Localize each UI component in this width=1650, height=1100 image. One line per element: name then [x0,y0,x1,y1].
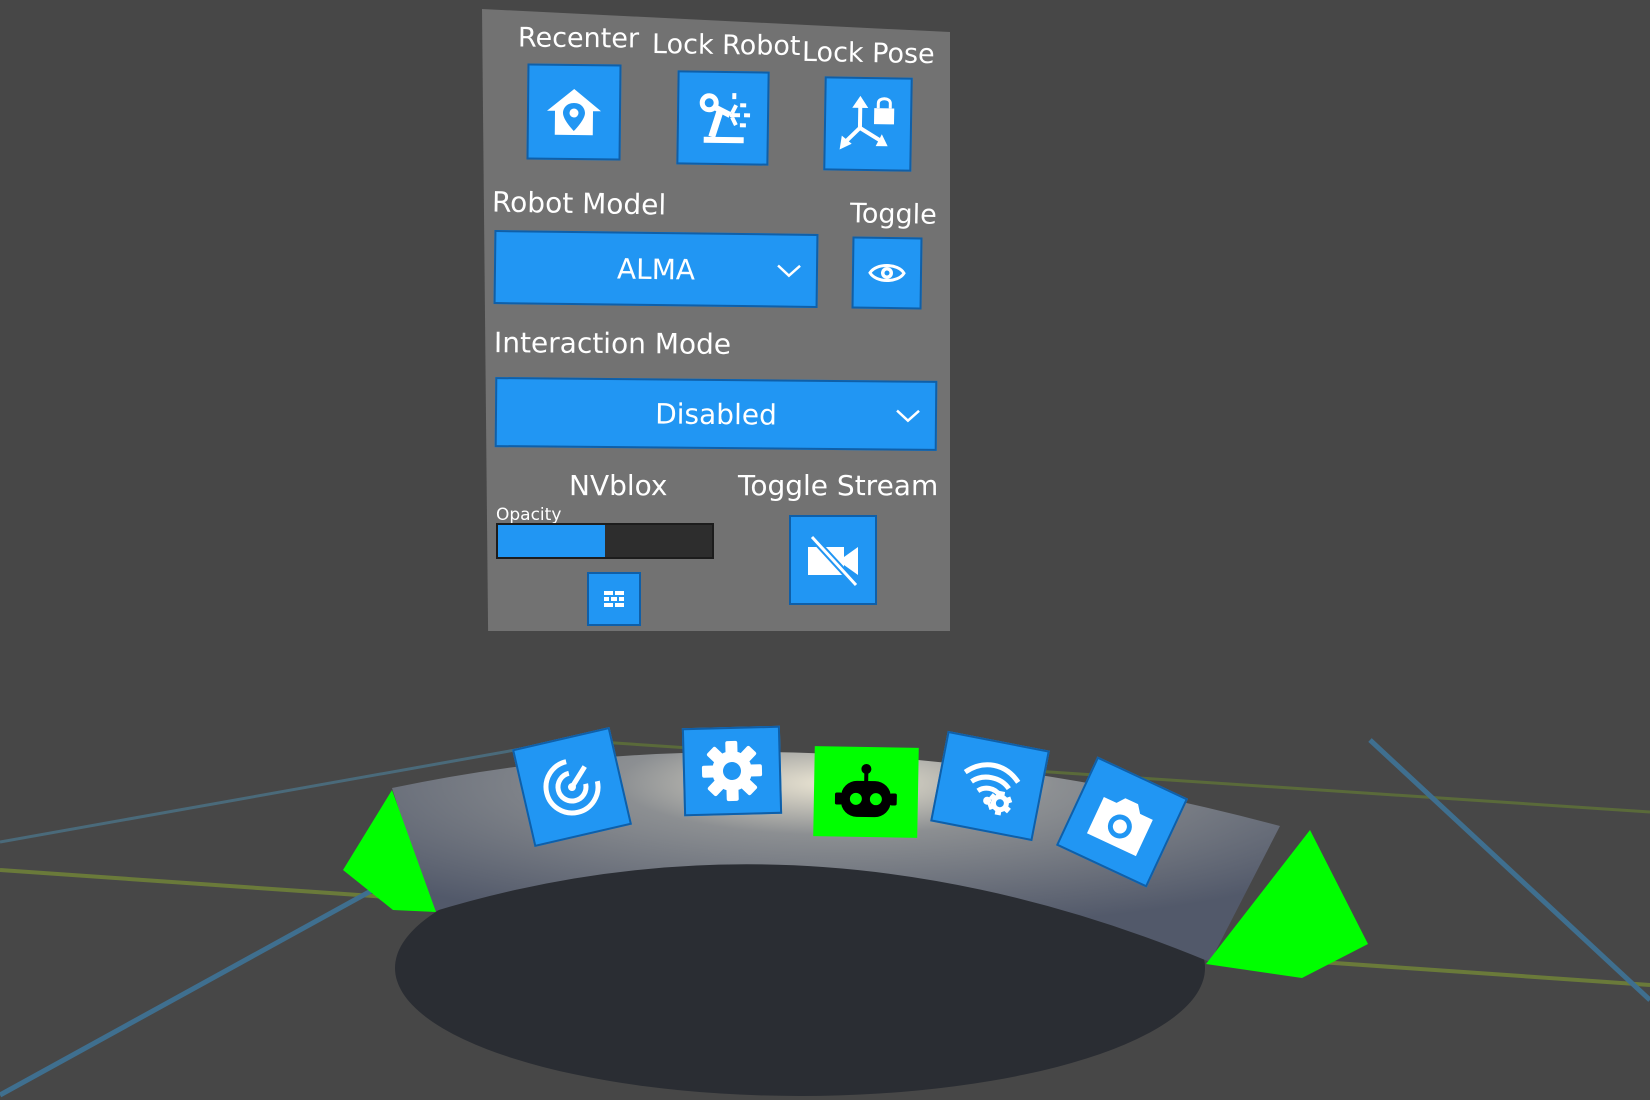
video-off-icon [808,534,859,588]
eye-icon [868,264,906,282]
hand-menu-item-settings[interactable] [681,725,783,817]
axes-lock-icon [839,95,895,150]
hand-menu-item-network[interactable] [930,730,1050,842]
toggle-visibility-button[interactable] [851,236,923,310]
recenter-button[interactable] [526,63,622,161]
bricks-icon [604,591,624,607]
opacity-slider[interactable] [496,523,714,559]
interaction-mode-label: Interaction Mode [493,326,732,361]
grid-line-z-axis [1368,738,1650,1002]
nvblox-label: NVblox [569,469,668,502]
opacity-label: Opacity [496,505,562,525]
robot-model-label: Robot Model [491,185,667,222]
radar-icon [543,759,601,816]
interaction-mode-dropdown[interactable]: Disabled [494,377,938,451]
control-panel: Recenter Lock Robot Lock Pose Robot Mode… [482,9,950,631]
opacity-slider-fill [498,525,605,557]
robot-model-value: ALMA [616,252,696,286]
chevron-down-icon [777,264,801,278]
recenter-label: Recenter [517,22,640,55]
robot-model-dropdown[interactable]: ALMA [493,230,819,308]
wifi-settings-icon [963,762,1021,816]
toggle-stream-label: Toggle Stream [738,469,939,502]
interaction-mode-value: Disabled [655,396,777,432]
gear-icon [701,740,763,802]
toggle-label: Toggle [849,198,938,231]
robot-icon [834,764,897,818]
robot-arm-icon [699,93,751,144]
lock-robot-label: Lock Robot [651,28,801,63]
lock-pose-label: Lock Pose [801,36,935,71]
chevron-down-icon [896,409,920,423]
camera-icon [1086,796,1153,857]
nvblox-toggle-button[interactable] [587,572,641,626]
lock-robot-button[interactable] [676,70,770,166]
hand-menu-item-robot[interactable] [813,746,919,838]
toggle-stream-button[interactable] [789,515,877,605]
home-pin-icon [547,89,602,136]
lock-pose-button[interactable] [823,76,913,172]
